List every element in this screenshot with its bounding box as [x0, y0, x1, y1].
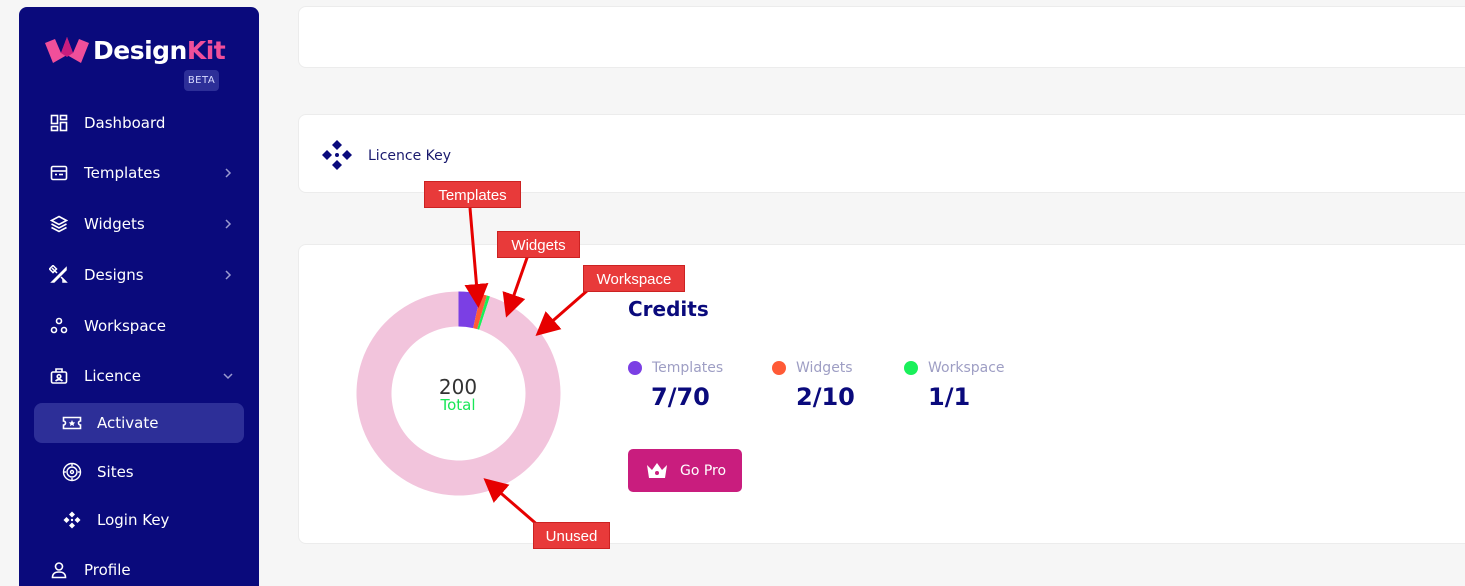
sidebar-item-label: Designs	[84, 266, 144, 284]
sidebar: DesignKit BETA Dashboard Templates Widge…	[19, 7, 259, 586]
chevron-right-icon	[225, 168, 232, 178]
sidebar-item-login-key[interactable]: Login Key	[34, 500, 244, 540]
go-pro-button[interactable]: Go Pro	[628, 449, 742, 492]
beta-badge: BETA	[184, 70, 219, 91]
key-icon	[62, 510, 82, 530]
legend-dot-icon	[904, 361, 918, 375]
designs-icon	[49, 265, 69, 285]
sidebar-item-label: Login Key	[97, 511, 170, 529]
logo-mark-icon	[45, 37, 89, 63]
sidebar-item-label: Workspace	[84, 317, 166, 335]
credits-title: Credits	[628, 297, 709, 321]
donut-total: 200 Total	[408, 375, 508, 414]
callout-widgets: Widgets	[497, 231, 580, 258]
legend-workspace: Workspace	[904, 360, 1005, 376]
chevron-right-icon	[225, 270, 232, 280]
legend-value-widgets: 2/10	[796, 383, 855, 411]
sidebar-item-label: Activate	[97, 414, 159, 432]
logo[interactable]: DesignKit	[43, 33, 226, 67]
go-pro-label: Go Pro	[680, 462, 727, 479]
legend-label: Widgets	[796, 360, 853, 376]
sidebar-item-label: Sites	[97, 463, 134, 481]
callout-unused: Unused	[533, 522, 610, 549]
crown-icon	[647, 462, 667, 478]
widgets-icon	[49, 214, 69, 234]
licence-icon	[49, 366, 69, 386]
sidebar-item-dashboard[interactable]: Dashboard	[33, 103, 244, 143]
legend-dot-icon	[628, 361, 642, 375]
brand-name: DesignKit	[93, 35, 226, 65]
licence-key-label: Licence Key	[368, 148, 452, 164]
ticket-icon	[62, 413, 82, 433]
legend-widgets: Widgets	[772, 360, 853, 376]
callout-workspace: Workspace	[583, 265, 685, 292]
donut-total-label: Total	[440, 396, 476, 414]
sidebar-item-templates[interactable]: Templates	[33, 153, 244, 193]
sidebar-item-label: Widgets	[84, 215, 145, 233]
globe-icon	[62, 462, 82, 482]
sidebar-item-label: Dashboard	[84, 114, 166, 132]
legend-value-templates: 7/70	[651, 383, 710, 411]
dashboard-icon	[49, 113, 69, 133]
sidebar-item-profile[interactable]: Profile	[33, 550, 244, 586]
sidebar-item-licence[interactable]: Licence	[33, 356, 244, 396]
sidebar-item-label: Profile	[84, 561, 131, 579]
legend-label: Workspace	[928, 360, 1005, 376]
sidebar-item-workspace[interactable]: Workspace	[33, 306, 244, 346]
sidebar-item-designs[interactable]: Designs	[33, 255, 244, 295]
sidebar-item-widgets[interactable]: Widgets	[33, 204, 244, 244]
top-card	[298, 6, 1465, 68]
callout-templates: Templates	[424, 181, 521, 208]
sidebar-item-label: Licence	[84, 367, 141, 385]
donut-total-value: 200	[438, 375, 478, 399]
legend-label: Templates	[652, 360, 724, 376]
workspace-icon	[49, 316, 69, 336]
chevron-down-icon	[223, 373, 233, 380]
legend-value-workspace: 1/1	[928, 383, 971, 411]
legend-dot-icon	[772, 361, 786, 375]
sidebar-item-label: Templates	[84, 164, 161, 182]
legend-templates: Templates	[628, 360, 723, 376]
sidebar-item-sites[interactable]: Sites	[34, 452, 244, 492]
templates-icon	[49, 163, 69, 183]
licence-key-icon	[322, 140, 352, 170]
chevron-right-icon	[225, 219, 232, 229]
profile-icon	[49, 560, 69, 580]
sidebar-item-activate[interactable]: Activate	[34, 403, 244, 443]
